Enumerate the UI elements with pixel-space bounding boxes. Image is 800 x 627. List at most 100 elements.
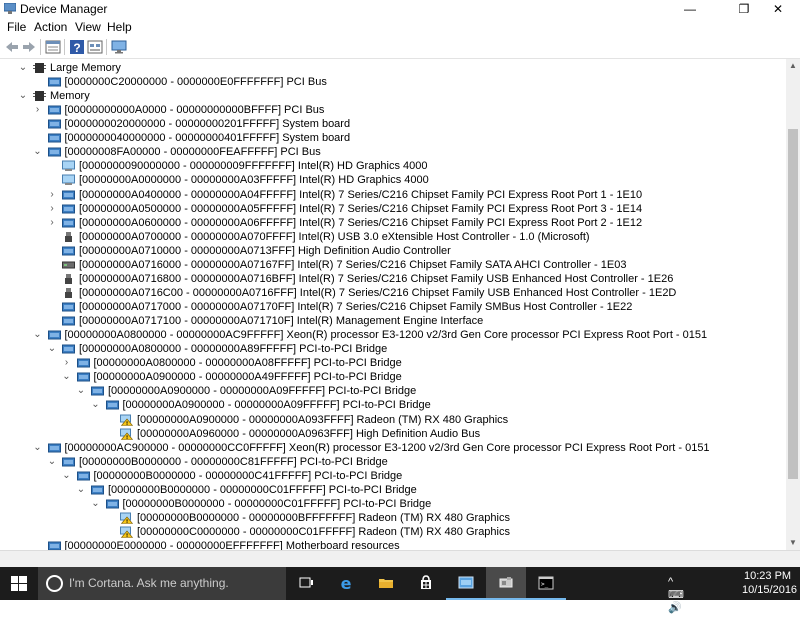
task-view-button[interactable]: [286, 567, 326, 600]
tree-item[interactable]: ⌄ [00000000B0000000 - 00000000C01FFFFF] P…: [0, 497, 786, 511]
tree-item-label: [00000000A0600000 - 00000000A06FFFFF] In…: [79, 216, 643, 229]
chevron-down-icon[interactable]: ⌄: [62, 469, 72, 483]
tree-item-label: [00000000A0800000 - 00000000A89FFFFF] PC…: [79, 343, 388, 356]
taskbar-device-manager[interactable]: [486, 567, 526, 600]
usb-icon: [65, 273, 72, 284]
tree-item[interactable]: [00000000A0716000 - 00000000A07167FF] In…: [0, 258, 786, 272]
tree-item[interactable]: [00000000A0900000 - 00000000A093FFFF] Ra…: [0, 413, 786, 427]
menu-help[interactable]: Help: [107, 20, 132, 34]
tree-item[interactable]: [00000000A0700000 - 00000000A070FFFF] In…: [0, 230, 786, 244]
tree-item[interactable]: [00000000B0000000 - 00000000BFFFFFFF] Ra…: [0, 511, 786, 525]
taskbar-command-prompt[interactable]: >_: [526, 567, 566, 600]
clock-date[interactable]: 10/15/2016: [742, 584, 797, 596]
tree-item[interactable]: [00000000A0000000 - 00000000A03FFFFF] In…: [0, 173, 786, 187]
cortana-placeholder: I'm Cortana. Ask me anything.: [69, 576, 229, 590]
tree-item[interactable]: [0000000C20000000 - 0000000E0FFFFFFF] PC…: [0, 75, 786, 89]
tree-item[interactable]: ⌄ [00000000B0000000 - 00000000C41FFFFF] P…: [0, 469, 786, 483]
vertical-scrollbar[interactable]: ▲ ▼: [786, 59, 800, 550]
chevron-right-icon[interactable]: ›: [62, 356, 72, 370]
tree-item[interactable]: ⌄ [00000000A0900000 - 00000000A49FFFFF] P…: [0, 370, 786, 384]
tree-item-label: [00000000A0900000 - 00000000A09FFFFF] PC…: [108, 385, 417, 398]
chevron-down-icon[interactable]: ⌄: [91, 398, 101, 412]
tree-item[interactable]: [0000000020000000 - 00000000201FFFFF] Sy…: [0, 117, 786, 131]
tree-item-label: [00000000B0000000 - 00000000BFFFFFFF] Ra…: [137, 511, 510, 524]
tree-item[interactable]: [00000000A0717000 - 00000000A07170FF] In…: [0, 300, 786, 314]
tree-item[interactable]: › [00000000A0400000 - 00000000A04FFFFF] I…: [0, 188, 786, 202]
pci-bus-icon: [47, 105, 61, 115]
scroll-up-icon[interactable]: ▲: [786, 59, 800, 73]
taskbar-file-explorer[interactable]: [366, 567, 406, 600]
chevron-right-icon[interactable]: ›: [47, 216, 57, 230]
status-bar: [0, 550, 800, 567]
tree-item[interactable]: [00000000A0960000 - 00000000A0963FFF] Hi…: [0, 427, 786, 441]
menu-view[interactable]: View: [75, 20, 101, 34]
tree-item[interactable]: ⌄ [00000000B0000000 - 00000000C81FFFFF] P…: [0, 455, 786, 469]
tree-item[interactable]: [0000000040000000 - 00000000401FFFFF] Sy…: [0, 131, 786, 145]
chevron-right-icon[interactable]: ›: [47, 202, 57, 216]
forward-arrow-icon[interactable]: [21, 39, 37, 55]
scroll-thumb[interactable]: [788, 129, 798, 479]
taskbar-edge[interactable]: e: [326, 567, 366, 600]
tree-item[interactable]: ⌄ [00000000A0800000 - 00000000AC9FFFFF] X…: [0, 328, 786, 342]
help-icon[interactable]: ?: [69, 39, 85, 55]
monitor-icon[interactable]: [111, 39, 127, 55]
usb-icon: [65, 287, 72, 298]
tree-item[interactable]: ⌄ [00000000A0900000 - 00000000A09FFFFF] P…: [0, 384, 786, 398]
tree-item-label: [00000000A0710000 - 00000000A0713FFF] Hi…: [79, 244, 451, 257]
chevron-down-icon[interactable]: ⌄: [18, 61, 28, 75]
windows-start-icon[interactable]: [0, 567, 38, 600]
tree-item[interactable]: [0000000090000000 - 000000009FFFFFFF] In…: [0, 159, 786, 173]
tree-item[interactable]: [00000000A0716C00 - 00000000A0716FFF] In…: [0, 286, 786, 300]
scroll-down-icon[interactable]: ▼: [786, 536, 800, 550]
tree-item[interactable]: [00000000A0710000 - 00000000A0713FFF] Hi…: [0, 244, 786, 258]
chevron-down-icon[interactable]: ⌄: [33, 145, 43, 159]
tree-item-label: [00000000A0716800 - 00000000A0716BFF] In…: [79, 272, 674, 285]
tree-item[interactable]: ⌄ Memory: [0, 89, 786, 103]
chevron-down-icon[interactable]: ⌄: [47, 455, 57, 469]
tree-item[interactable]: › [00000000A0800000 - 00000000A08FFFFF] P…: [0, 356, 786, 370]
back-arrow-icon[interactable]: [4, 39, 20, 55]
close-button[interactable]: ✕: [756, 0, 800, 18]
pci-bus-icon: [47, 77, 61, 87]
clock-time[interactable]: 10:23 PM: [744, 570, 791, 582]
tree-item[interactable]: ⌄ [00000000AC900000 - 00000000CC0FFFFF] X…: [0, 441, 786, 455]
chevron-right-icon[interactable]: ›: [33, 103, 43, 117]
taskbar-store[interactable]: [406, 567, 446, 600]
tree-item-label: [00000000A0700000 - 00000000A070FFFF] In…: [79, 230, 590, 243]
tree-item[interactable]: ⌄ Large Memory: [0, 61, 786, 75]
minimize-button[interactable]: —: [668, 0, 712, 18]
chevron-down-icon[interactable]: ⌄: [18, 89, 28, 103]
chevron-down-icon[interactable]: ⌄: [91, 497, 101, 511]
svg-text:>_: >_: [541, 581, 549, 588]
tree-item[interactable]: ⌄ [00000000A0900000 - 00000000A09FFFFF] P…: [0, 398, 786, 412]
tree-item[interactable]: [00000000A0716800 - 00000000A0716BFF] In…: [0, 272, 786, 286]
chevron-down-icon[interactable]: ⌄: [62, 370, 72, 384]
view-icon[interactable]: [87, 39, 103, 55]
tree-item[interactable]: [00000000A0717100 - 00000000A071710F] In…: [0, 314, 786, 328]
pci-bus-icon: [105, 400, 119, 410]
chevron-down-icon[interactable]: ⌄: [33, 328, 43, 342]
tray-icons[interactable]: ^ ⌨ 🔊 ▭: [668, 576, 684, 627]
tree-item[interactable]: ⌄ [00000000B0000000 - 00000000C01FFFFF] P…: [0, 483, 786, 497]
properties-icon[interactable]: [45, 39, 61, 55]
tree-item[interactable]: › [00000000A0500000 - 00000000A05FFFFF] I…: [0, 202, 786, 216]
tree-item[interactable]: ⌄ [00000000A0800000 - 00000000A89FFFFF] P…: [0, 342, 786, 356]
tree-item[interactable]: › [00000000A0600000 - 00000000A06FFFFF] I…: [0, 216, 786, 230]
tree-item[interactable]: [00000000C0000000 - 00000000C01FFFFF] Ra…: [0, 525, 786, 539]
chevron-down-icon[interactable]: ⌄: [76, 384, 86, 398]
menu-action[interactable]: Action: [34, 20, 67, 34]
chevron-right-icon[interactable]: ›: [47, 188, 57, 202]
memory-chip-icon: [33, 63, 46, 73]
chevron-down-icon[interactable]: ⌄: [47, 342, 57, 356]
chevron-down-icon[interactable]: ⌄: [33, 441, 43, 455]
tree-item-label: [00000000A0900000 - 00000000A09FFFFF] PC…: [122, 399, 431, 412]
pci-bus-icon: [47, 133, 61, 143]
tree-item-label: [00000000B0000000 - 00000000C41FFFFF] PC…: [93, 469, 403, 482]
tree-item[interactable]: › [00000000000A0000 - 00000000000BFFFF] P…: [0, 103, 786, 117]
tree-item[interactable]: [00000000E0000000 - 00000000EFFFFFFF] Mo…: [0, 539, 786, 550]
chevron-down-icon[interactable]: ⌄: [76, 483, 86, 497]
menu-file[interactable]: File: [7, 20, 26, 34]
taskbar-control-panel[interactable]: [446, 567, 486, 600]
tree-item[interactable]: ⌄ [00000008FA00000 - 00000000FEAFFFFF] PC…: [0, 145, 786, 159]
cortana-search-box[interactable]: I'm Cortana. Ask me anything.: [38, 567, 286, 600]
